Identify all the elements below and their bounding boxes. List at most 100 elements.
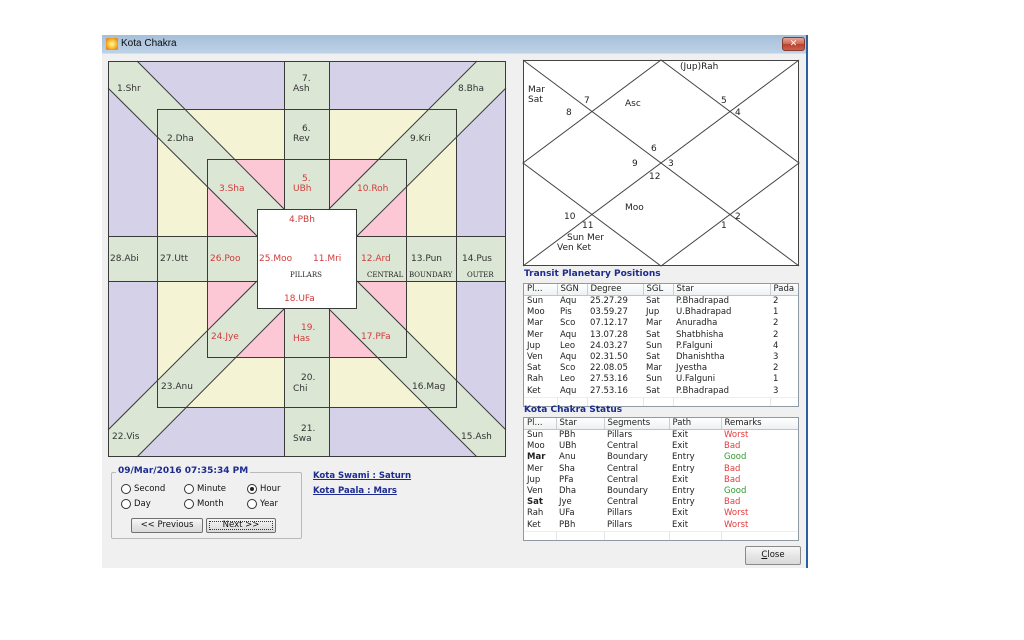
transit-header-row: Pl... SGN Degree SGL Star Pada: [524, 284, 798, 296]
title-bar[interactable]: [102, 35, 806, 54]
status-cell-remark: Bad: [724, 474, 741, 485]
radio-circle[interactable]: [247, 499, 257, 509]
nakshatra-label: 14.Pus: [462, 254, 492, 264]
transit-col-sign[interactable]: SGN: [557, 284, 588, 296]
nakshatra-label: 12.Ard: [361, 254, 391, 264]
status-cell-remark: Worst: [724, 430, 749, 441]
transit-row[interactable]: Rah Leo 27.53.16 Sun U.Falguni 1: [524, 374, 798, 385]
status-row[interactable]: Rah UFa Pillars Exit Worst: [524, 508, 798, 519]
status-cell-path: Entry: [672, 463, 695, 474]
transit-table[interactable]: Pl... SGN Degree SGL Star Pada Sun Aqu 25.…: [523, 283, 799, 407]
nakshatra-label: 18.UFa: [284, 294, 315, 304]
empty-cell: [770, 396, 798, 406]
transit-cell-sign-lord: Jup: [646, 307, 660, 318]
datetime-value: 09/Mar/2016 07:35:34 PM: [116, 466, 251, 476]
planet-label: Mar: [528, 85, 545, 95]
status-col-path[interactable]: Path: [669, 418, 722, 430]
close-button[interactable]: Close: [745, 546, 801, 565]
kota-swami-link[interactable]: Kota Swami : Saturn: [313, 471, 411, 481]
radio-circle[interactable]: [184, 484, 194, 494]
status-cell-path: Exit: [672, 441, 689, 452]
house-number: 12: [649, 172, 660, 182]
status-cell-star: PBh: [559, 519, 576, 530]
transit-cell-star: U.Falguni: [676, 374, 716, 385]
transit-cell-sign: Leo: [560, 374, 576, 385]
status-row[interactable]: Sat Jye Central Entry Bad: [524, 497, 798, 508]
nakshatra-label: 28.Abi: [110, 254, 139, 264]
transit-table-body: Sun Aqu 25.27.29 Sat P.Bhadrapad 2 Moo Pis 03.59…: [524, 296, 798, 406]
status-cell-path: Entry: [672, 486, 695, 497]
transit-cell-planet: Ven: [527, 352, 543, 363]
status-col-remarks[interactable]: Remarks: [721, 418, 798, 430]
status-col-planet[interactable]: Pl...: [524, 418, 557, 430]
status-cell-star: PFa: [559, 474, 574, 485]
house-number: 10: [564, 212, 576, 222]
status-row[interactable]: Mar Anu Boundary Entry Good: [524, 452, 798, 463]
transit-row[interactable]: Jup Leo 24.03.27 Sun P.Falguni 4: [524, 341, 798, 352]
transit-cell-star: P.Bhadrapad: [676, 296, 730, 307]
transit-cell-planet: Ket: [527, 385, 541, 396]
transit-col-planet[interactable]: Pl...: [524, 284, 558, 296]
nakshatra-label: 27.Utt: [160, 254, 188, 264]
status-col-segments[interactable]: Segments: [604, 418, 670, 430]
kota-chakra-window: Kota Chakra ✕ 1.Shr 2.Dha 3.Sha 4.PBh 5.…: [102, 35, 808, 568]
status-cell-star: Jye: [559, 497, 572, 508]
transit-cell-planet: Sat: [527, 363, 541, 374]
transit-cell-degree: 27.53.16: [590, 385, 628, 396]
kota-paala-link[interactable]: Kota Paala : Mars: [313, 486, 397, 496]
status-cell-planet: Jup: [527, 474, 541, 485]
transit-row[interactable]: Sun Aqu 25.27.29 Sat P.Bhadrapad 2: [524, 296, 798, 308]
transit-row[interactable]: Mar Sco 07.12.17 Mar Anuradha 2: [524, 318, 798, 329]
window-title: Kota Chakra: [121, 38, 177, 49]
nakshatra-label: 4.PBh: [289, 215, 315, 225]
status-cell-star: PBh: [559, 430, 576, 441]
status-row[interactable]: Ket PBh Pillars Exit Worst: [524, 520, 798, 532]
segment-label-pillars: PILLARS: [290, 271, 322, 279]
transit-col-sign-lord[interactable]: SGL: [643, 284, 674, 296]
status-cell-remark: Worst: [724, 519, 749, 530]
nakshatra-label: 16.Mag: [412, 382, 445, 392]
transit-cell-degree: 22.08.05: [590, 363, 628, 374]
kota-status-table[interactable]: Pl... Star Segments Path Remarks Sun PBh P…: [523, 417, 799, 541]
status-row[interactable]: Mer Sha Central Entry Bad: [524, 464, 798, 475]
transit-cell-sign-lord: Sat: [646, 352, 660, 363]
transit-col-star[interactable]: Star: [673, 284, 771, 296]
nakshatra-label: 9.Kri: [410, 134, 431, 144]
radio-circle[interactable]: [247, 484, 257, 494]
transit-col-degree[interactable]: Degree: [587, 284, 644, 296]
previous-button[interactable]: << Previous: [131, 518, 203, 533]
transit-cell-sign-lord: Mar: [646, 363, 663, 374]
transit-section-title: Transit Planetary Positions: [524, 269, 661, 279]
segment-label-central: CENTRAL: [367, 271, 404, 279]
transit-row[interactable]: Ket Aqu 27.53.16 Sat P.Bhadrapad 3: [524, 386, 798, 398]
radio-label: Hour: [260, 484, 281, 494]
house-number: 4: [735, 108, 741, 118]
kota-chakra-diagram: 1.Shr 2.Dha 3.Sha 4.PBh 5. UBh 6. Rev 7. As…: [107, 60, 507, 458]
transit-cell-planet: Sun: [527, 296, 544, 307]
radio-circle[interactable]: [121, 499, 131, 509]
transit-row[interactable]: Moo Pis 03.59.27 Jup U.Bhadrapad 1: [524, 307, 798, 318]
house-number: 3: [668, 159, 674, 169]
nakshatra-label: 2.Dha: [167, 134, 194, 144]
transit-cell-pada: 1: [773, 307, 779, 318]
radio-circle[interactable]: [184, 499, 194, 509]
transit-row[interactable]: Sat Sco 22.08.05 Mar Jyestha 2: [524, 363, 798, 374]
nakshatra-label: 25.Moo: [259, 254, 293, 264]
transit-cell-pada: 2: [773, 363, 779, 374]
transit-row[interactable]: Ven Aqu 02.31.50 Sat Dhanishtha 3: [524, 352, 798, 363]
transit-col-pada[interactable]: Pada: [770, 284, 798, 296]
nakshatra-label: 11.Mri: [313, 254, 341, 264]
transit-cell-star: Shatbhisha: [676, 329, 724, 340]
status-row[interactable]: Sun PBh Pillars Exit Worst: [524, 430, 798, 442]
status-col-star[interactable]: Star: [556, 418, 605, 430]
window-close-button[interactable]: ✕: [782, 37, 805, 51]
radio-circle[interactable]: [121, 484, 131, 494]
transit-row[interactable]: Mer Aqu 13.07.28 Sat Shatbhisha 2: [524, 330, 798, 341]
status-row[interactable]: Jup PFa Central Exit Bad: [524, 475, 798, 486]
status-row[interactable]: Ven Dha Boundary Entry Good: [524, 486, 798, 497]
transit-cell-planet: Mar: [527, 318, 544, 329]
next-button[interactable]: Next >>: [206, 518, 276, 533]
status-row[interactable]: Moo UBh Central Exit Bad: [524, 441, 798, 452]
status-cell-path: Exit: [672, 474, 689, 485]
transit-cell-sign: Aqu: [560, 385, 577, 396]
